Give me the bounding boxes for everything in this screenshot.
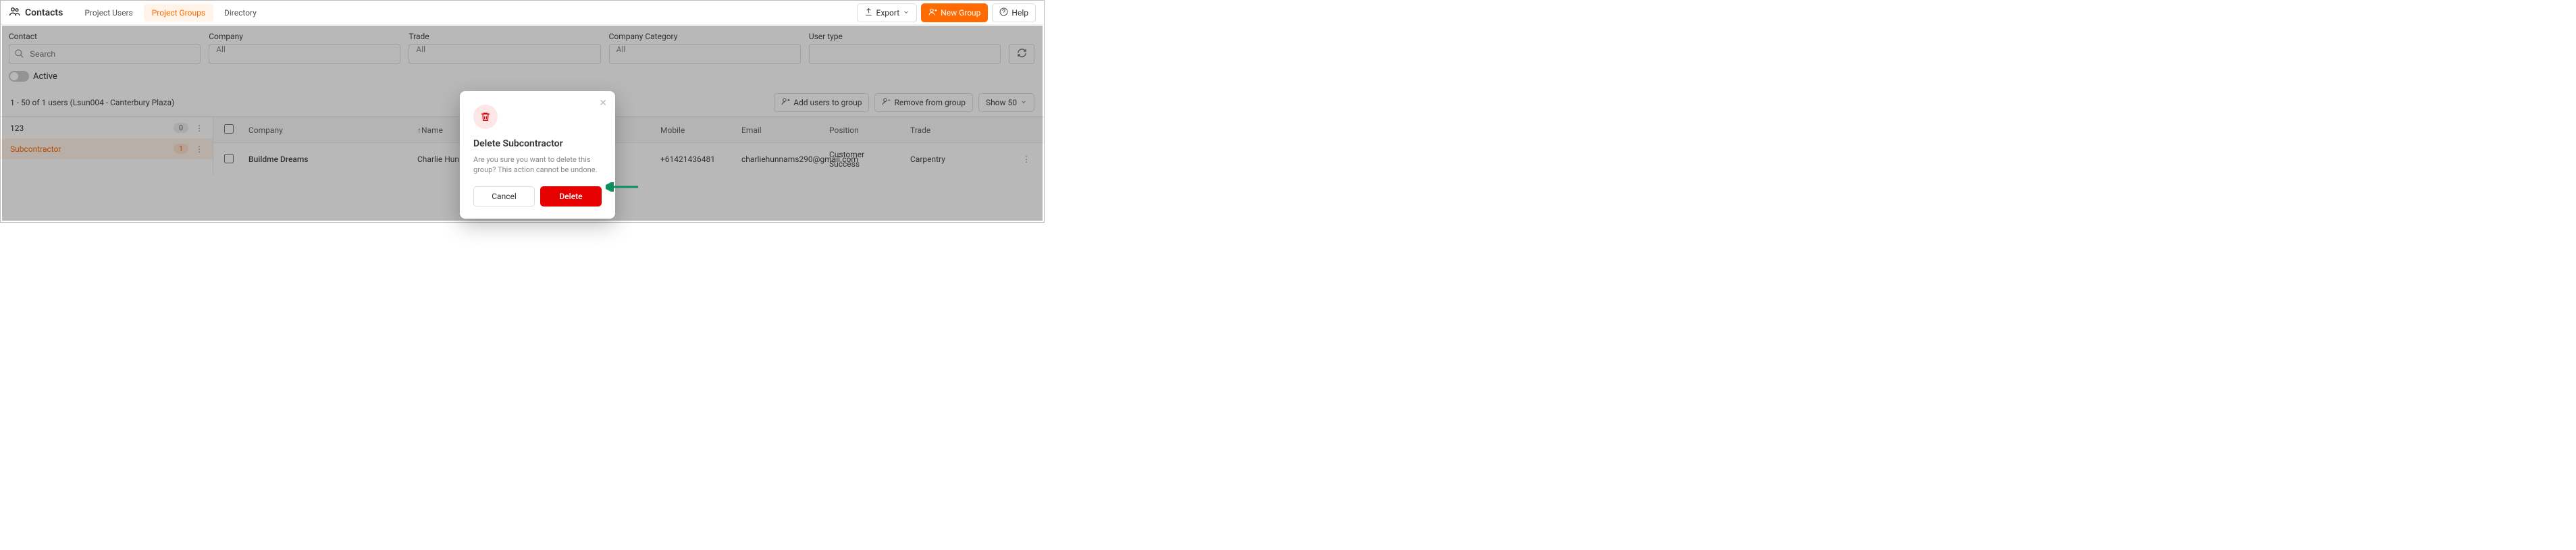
export-label: Export [876,8,900,18]
help-label: Help [1011,8,1028,18]
tab-project-groups[interactable]: Project Groups [144,4,213,22]
delete-button[interactable]: Delete [540,186,602,207]
export-button[interactable]: Export [857,3,918,22]
topbar: Contacts Project Users Project Groups Di… [1,1,1044,25]
modal-body: Are you sure you want to delete this gro… [473,155,602,175]
chevron-down-icon [903,8,910,18]
tabs: Project Users Project Groups Directory [76,4,265,22]
cancel-button[interactable]: Cancel [473,186,535,207]
help-button[interactable]: Help [992,3,1036,22]
new-group-button[interactable]: New Group [921,3,988,22]
contacts-icon [9,5,21,20]
close-icon[interactable]: ✕ [599,98,607,109]
help-icon [999,7,1008,18]
delete-modal: ✕ Delete Subcontractor Are you sure you … [460,91,615,219]
page-title: Contacts [25,7,63,18]
tab-directory[interactable]: Directory [216,4,265,22]
export-icon [864,7,873,18]
trash-icon [473,105,498,129]
modal-title: Delete Subcontractor [473,138,602,149]
new-group-label: New Group [941,8,980,18]
annotation-arrow [606,182,639,192]
add-user-icon [928,7,937,18]
tab-project-users[interactable]: Project Users [76,4,140,22]
app-title: Contacts [9,5,63,20]
